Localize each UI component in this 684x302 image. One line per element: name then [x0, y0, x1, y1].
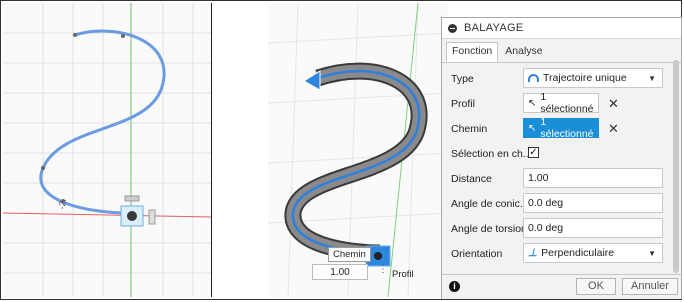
single-trajectory-icon: [528, 74, 539, 82]
orientation-select[interactable]: ⊥ Perpendiculaire ▼: [523, 243, 663, 263]
row-profil: Profil ↖ 1 sélectionné ✕: [442, 91, 670, 116]
distance-arrow: [303, 70, 321, 91]
orientation-label: Orientation: [451, 248, 503, 260]
angle-torsion-label: Angle de torsion: [451, 223, 527, 235]
orientation-value: Perpendiculaire: [541, 247, 615, 259]
profile-handle: [148, 209, 156, 225]
row-angle-conic: Angle de conic... 0.0 deg: [442, 192, 670, 216]
chemin-tag[interactable]: Chemin: [328, 247, 371, 262]
dialog-header[interactable]: BALAYAGE: [442, 18, 681, 39]
chemin-selector[interactable]: ↖ 1 sélectionné: [523, 116, 599, 140]
distance-input-overlay[interactable]: 1.00: [312, 264, 368, 280]
path-point: [41, 166, 45, 170]
row-selection: Sélection en ch... ✓: [442, 142, 670, 166]
distance-input[interactable]: 1.00: [523, 168, 663, 188]
chevron-down-icon: ▼: [648, 249, 656, 258]
sweep-dialog: BALAYAGE Fonction Analyse Type Trajectoi…: [441, 17, 682, 299]
cursor-icon: ↖: [528, 122, 537, 134]
chemin-label: Chemin: [451, 123, 488, 135]
sketch-path: [39, 29, 166, 215]
path-point: [73, 33, 77, 37]
viewport-divider: [212, 3, 268, 297]
clear-chemin-icon[interactable]: ✕: [608, 121, 619, 137]
more-icon[interactable]: ⋮: [378, 264, 388, 275]
type-value: Trajectoire unique: [543, 72, 627, 84]
path-point: [121, 34, 125, 38]
profile-circle: [374, 252, 382, 260]
dimension-mark: -2.: [56, 197, 69, 211]
profil-label: Profil: [451, 98, 475, 110]
selection-label: Sélection en ch...: [451, 148, 532, 160]
type-label: Type: [451, 73, 474, 85]
ok-button[interactable]: OK: [576, 278, 616, 295]
dialog-footer: i OK Annuler: [442, 274, 681, 299]
row-orientation: Orientation ⊥ Perpendiculaire ▼: [442, 242, 670, 266]
tab-analyse[interactable]: Analyse: [499, 42, 548, 62]
dialog-title: BALAYAGE: [464, 22, 524, 34]
row-type: Type Trajectoire unique ▼: [442, 67, 670, 91]
chevron-down-icon: ▼: [648, 74, 656, 83]
tab-fonction[interactable]: Fonction: [446, 42, 499, 62]
cursor-icon: ↖: [528, 97, 537, 109]
angle-conic-label: Angle de conic...: [451, 198, 529, 210]
chemin-value: 1 sélectionné: [540, 116, 594, 140]
angle-torsion-input[interactable]: 0.0 deg: [523, 218, 663, 238]
collapse-icon[interactable]: [448, 23, 457, 33]
row-angle-torsion: Angle de torsion 0.0 deg: [442, 217, 670, 241]
angle-conic-input[interactable]: 0.0 deg: [523, 193, 663, 213]
profil-selector[interactable]: ↖ 1 sélectionné: [523, 91, 599, 115]
tab-bar: Fonction Analyse: [442, 39, 681, 63]
selection-checkbox[interactable]: ✓: [528, 147, 539, 158]
type-select[interactable]: Trajectoire unique ▼: [523, 68, 663, 88]
profil-value: 1 sélectionné: [540, 91, 594, 115]
info-icon[interactable]: i: [449, 281, 460, 292]
profil-tag[interactable]: Profil: [392, 269, 414, 280]
origin-marker: [124, 195, 140, 202]
sketch-canvas[interactable]: [3, 3, 211, 297]
perpendicular-icon: ⊥: [528, 247, 538, 259]
cancel-button[interactable]: Annuler: [622, 278, 678, 295]
profile-circle: [127, 211, 137, 221]
sketch-viewport[interactable]: -2.: [3, 3, 212, 297]
row-chemin: Chemin ↖ 1 sélectionné ✕: [442, 116, 670, 141]
clear-profil-icon[interactable]: ✕: [608, 96, 619, 112]
row-distance: Distance 1.00: [442, 167, 670, 191]
distance-label: Distance: [451, 173, 492, 185]
panel-scrollbar[interactable]: [673, 60, 679, 273]
